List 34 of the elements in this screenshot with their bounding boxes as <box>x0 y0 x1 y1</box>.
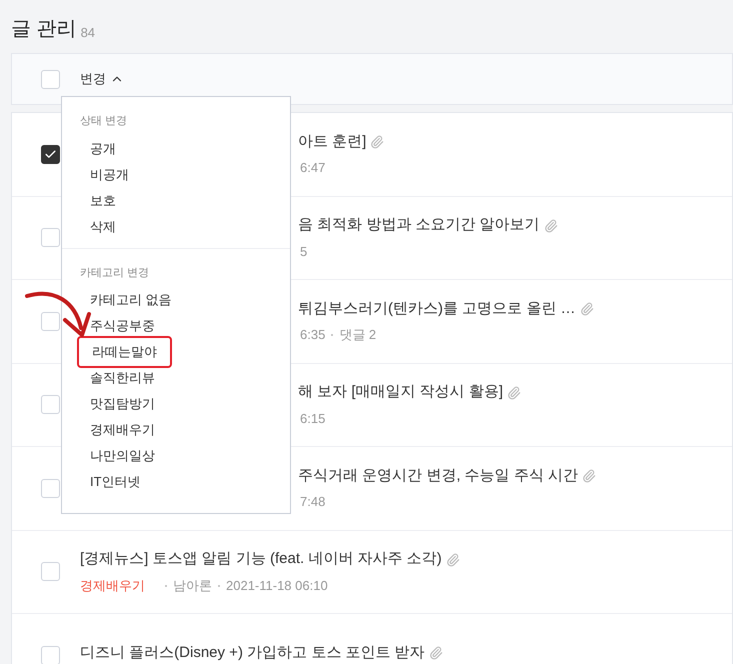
menu-item[interactable]: 공개 <box>77 134 129 162</box>
post-count: 84 <box>80 26 96 39</box>
section-label: 상태 변경 <box>79 114 128 129</box>
post-title[interactable]: 튀김부스러기(텐카스)를 고명으로 올린 … <box>298 298 576 320</box>
section-label: 카테고리 변경 <box>79 266 150 280</box>
post-meta: 댓글 2 <box>339 326 376 344</box>
menu-item[interactable]: 맛집탐방기 <box>77 390 168 418</box>
menu-item[interactable]: 경제배우기 <box>77 416 168 444</box>
menu-item[interactable]: 나만의일상 <box>77 442 168 470</box>
post-title[interactable]: 아트 훈련] <box>298 130 366 154</box>
post-meta: 6:47 <box>300 159 326 178</box>
post-meta: 6:15 <box>300 410 326 428</box>
menu-item[interactable]: IT인터넷 <box>77 468 154 496</box>
post-category[interactable]: 경제배우기 <box>80 576 145 596</box>
page-title: 글 관리 <box>11 19 77 39</box>
menu-item[interactable]: 카테고리 없음 <box>77 286 185 314</box>
menu-item[interactable]: 비공개 <box>77 160 142 188</box>
post-meta: 2021-11-18 06:10 <box>226 576 328 595</box>
menu-item[interactable]: 보호 <box>77 186 129 214</box>
post-meta: 6:35 <box>300 326 326 344</box>
post-title[interactable]: 음 최적화 방법과 소요기간 알아보기 <box>298 214 540 237</box>
checkbox[interactable] <box>41 144 60 164</box>
post-title[interactable]: [경제뉴스] 토스앱 알림 기능 (feat. 네이버 자사주 소각) <box>80 548 442 571</box>
post-title[interactable]: 해 보자 [매매일지 작성시 활용] <box>298 381 504 404</box>
menu-item[interactable]: 삭제 <box>77 212 129 240</box>
post-meta: 5 <box>300 242 308 261</box>
curved-arrow-icon <box>25 290 91 338</box>
check-icon <box>44 148 57 161</box>
post-meta: 7:48 <box>300 493 326 512</box>
post-meta: 남아론 <box>173 576 212 595</box>
post-title[interactable]: 디즈니 플러스(Disney +) 가입하고 토스 포인트 받자 <box>80 642 425 664</box>
change-button[interactable]: 변경 <box>80 69 124 89</box>
post-title[interactable]: 주식거래 운영시간 변경, 수능일 주식 시간 <box>298 464 578 488</box>
menu-item[interactable]: 라떼는말야 <box>77 336 172 368</box>
